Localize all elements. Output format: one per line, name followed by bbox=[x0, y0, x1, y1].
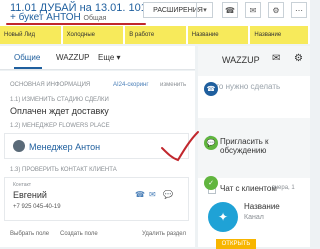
stages-bar: Новый Лид Холодные В работе Название Наз… bbox=[0, 26, 310, 44]
settings-icon[interactable]: ⚙ bbox=[268, 2, 284, 18]
stage-3[interactable]: В работе bbox=[125, 26, 186, 44]
tab-wazzup[interactable]: WAZZUP bbox=[56, 53, 89, 62]
pick-field-link[interactable]: Выбрать поле bbox=[10, 231, 49, 237]
phone-icon[interactable]: ☎ bbox=[135, 190, 145, 199]
message-badge-icon[interactable]: ✓ bbox=[204, 176, 218, 190]
chat-badge-icon[interactable]: 💬 bbox=[204, 136, 218, 150]
right-tab-wazzup[interactable]: WAZZUP bbox=[222, 55, 260, 65]
contact-label: Контакт bbox=[13, 182, 32, 188]
red-underline bbox=[6, 23, 146, 25]
mail-icon[interactable]: ✉ bbox=[149, 190, 156, 199]
stage-label: Название bbox=[254, 32, 282, 38]
tab-more-label: Еще bbox=[98, 53, 115, 62]
phone-badge-icon[interactable]: ☎ bbox=[204, 82, 218, 96]
settings-icon[interactable]: ⚙ bbox=[294, 53, 303, 64]
chat-time: вчера, 1 bbox=[272, 185, 295, 191]
header: 11.01 ДУБАЙ на 13.01. 101роза + букет АН… bbox=[0, 0, 310, 26]
edit-link[interactable]: изменить bbox=[160, 82, 186, 88]
invite-text: Пригласить к обсуждению bbox=[220, 137, 269, 155]
page-subtitle: + букет АНТОН Общая bbox=[10, 12, 106, 23]
channel-title: Название bbox=[244, 202, 280, 211]
stage-1[interactable]: Новый Лид bbox=[0, 26, 61, 44]
manager-name[interactable]: Менеджер Антон bbox=[29, 142, 100, 152]
more-icon[interactable]: ⋯ bbox=[291, 2, 307, 18]
stage-field-value[interactable]: Оплачен ждет доставку bbox=[10, 106, 109, 116]
create-field-link[interactable]: Создать поле bbox=[60, 231, 98, 237]
subtitle-small: Общая bbox=[83, 15, 107, 22]
extensions-caret[interactable]: ▾ bbox=[196, 2, 213, 18]
mail-icon[interactable]: ✉ bbox=[245, 2, 261, 18]
phone-icon[interactable]: ☎ bbox=[222, 2, 238, 18]
ai-scoring-tag[interactable]: AI24-скоринг bbox=[113, 82, 149, 88]
tabs-bar: Общие WAZZUP Еще ▾ bbox=[0, 46, 195, 70]
contact-phone[interactable]: +7 925 045-40-19 bbox=[13, 204, 61, 210]
stage-5[interactable]: Название bbox=[250, 26, 308, 44]
channel-logo-icon: ✦ bbox=[208, 202, 238, 232]
channel-sub: Канал bbox=[244, 214, 264, 221]
message-icon[interactable]: ✉ bbox=[272, 53, 280, 64]
chat-title: Чат с клиентом bbox=[220, 184, 277, 193]
contact-card[interactable]: Контакт Евгений +7 925 045-40-19 ☎ ✉ 💬 bbox=[4, 177, 189, 221]
chevron-down-icon: ▾ bbox=[116, 53, 121, 62]
section-title: ОСНОВНАЯ ИНФОРМАЦИЯ bbox=[10, 82, 91, 88]
active-tab-underline bbox=[14, 67, 42, 69]
open-button[interactable]: ОТКРЫТЬ bbox=[216, 239, 256, 249]
chat-icon[interactable]: 💬 bbox=[163, 190, 173, 199]
stage-label: Новый Лид bbox=[4, 32, 35, 38]
stage-label: Холодные bbox=[66, 32, 95, 38]
client-field-label: 1.3) ПРОВЕРИТЬ КОНТАКТ КЛИЕНТА bbox=[10, 167, 117, 173]
open-label: ОТКРЫТЬ bbox=[221, 241, 251, 247]
stage-field-label: 1.1) ИЗМЕНИТЬ СТАДИЮ СДЕЛКИ bbox=[10, 97, 109, 103]
red-check-icon bbox=[161, 131, 199, 162]
chevron-down-icon: ▾ bbox=[203, 7, 207, 14]
stage-4[interactable]: Название bbox=[187, 26, 249, 44]
tab-general[interactable]: Общие bbox=[14, 53, 40, 62]
stage-2[interactable]: Холодные bbox=[62, 26, 124, 44]
task-placeholder: Что нужно сделать bbox=[210, 82, 281, 91]
contact-name[interactable]: Евгений bbox=[13, 190, 47, 200]
stage-label: В работе bbox=[129, 32, 155, 38]
delete-section-link[interactable]: Удалить раздел bbox=[142, 231, 186, 237]
subtitle-main: + букет АНТОН bbox=[10, 12, 81, 23]
avatar bbox=[13, 140, 25, 152]
tab-more[interactable]: Еще ▾ bbox=[98, 53, 121, 62]
manager-field-label: 1.2) МЕНЕДЖЕР FLOWERS PLACE bbox=[10, 123, 110, 129]
stage-label: Название bbox=[191, 32, 219, 38]
